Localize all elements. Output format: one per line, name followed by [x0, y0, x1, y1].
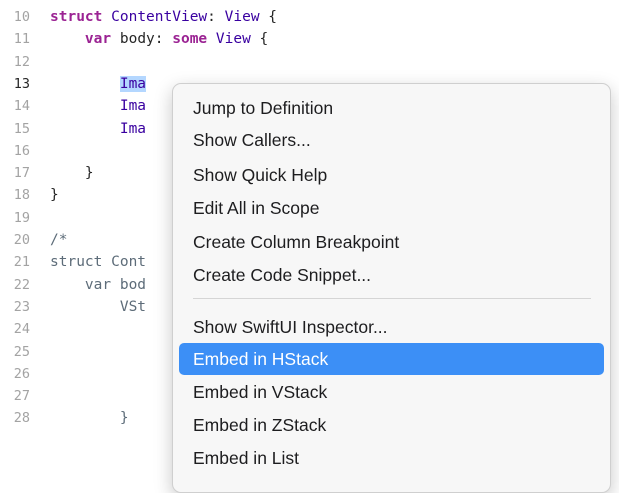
menu-item-create-column-breakpoint[interactable]: Create Column Breakpoint [179, 226, 604, 258]
line-number: 18 [13, 187, 30, 204]
code-token: : [207, 9, 225, 25]
code-text: var body: some View { [50, 28, 268, 50]
code-text: } [50, 407, 129, 429]
code-text: var bod [50, 274, 146, 296]
code-line[interactable]: 11 var body: some View { [0, 28, 619, 50]
line-number: 22 [13, 276, 30, 293]
code-token: struct [50, 9, 103, 25]
code-token: View [215, 31, 251, 48]
line-number: 26 [13, 365, 30, 382]
code-text: } [50, 184, 59, 206]
code-text: struct Cont [50, 251, 146, 273]
code-token: some [172, 31, 208, 48]
code-token: { [259, 9, 278, 25]
code-token: } [50, 410, 129, 427]
code-line[interactable]: 12 [0, 51, 619, 73]
code-text: /* [50, 229, 67, 251]
line-number: 25 [13, 343, 30, 360]
code-text: struct ContentView: View { [50, 6, 277, 28]
code-token: var bod [50, 276, 147, 293]
menu-item-embed-in-vstack[interactable]: Embed in VStack [179, 376, 604, 408]
code-token: VSt [50, 298, 147, 315]
code-token: ContentView [111, 9, 208, 25]
line-number: 12 [13, 53, 30, 70]
line-number: 28 [13, 410, 30, 427]
context-menu: Jump to Definition Show Callers... Show Qu… [172, 83, 611, 493]
menu-item-create-code-snippet[interactable]: Create Code Snippet... [179, 259, 604, 291]
line-number: 16 [13, 142, 30, 159]
code-text: Ima [50, 73, 147, 95]
menu-item-show-swiftui-inspector[interactable]: Show SwiftUI Inspector... [179, 311, 604, 343]
line-number: 11 [13, 31, 30, 48]
line-number: 17 [13, 165, 30, 182]
code-token: } [50, 187, 59, 204]
code-token: } [50, 165, 94, 182]
menu-item-jump-to-definition[interactable]: Jump to Definition [179, 92, 604, 124]
code-token: Ima [119, 98, 147, 115]
line-number: 27 [13, 388, 30, 405]
code-token: { [250, 31, 269, 48]
menu-item-embed-in-list[interactable]: Embed in List [179, 442, 604, 474]
menu-item-edit-all-in-scope[interactable]: Edit All in Scope [179, 192, 604, 224]
code-text: Ima [50, 95, 146, 117]
line-number: 10 [13, 9, 30, 25]
menu-item-embed-in-zstack[interactable]: Embed in ZStack [179, 409, 604, 441]
line-number: 24 [13, 321, 30, 338]
menu-item-show-callers[interactable]: Show Callers... [179, 124, 604, 156]
code-token: body: [111, 31, 173, 48]
line-number: 13 [13, 75, 30, 92]
code-token: struct Cont [50, 254, 147, 271]
menu-separator [193, 298, 591, 299]
line-number: 21 [13, 254, 30, 271]
line-number: 23 [13, 298, 30, 315]
menu-item-show-quick-help[interactable]: Show Quick Help [179, 159, 604, 191]
code-token: var [84, 31, 112, 48]
code-line[interactable]: 10 struct ContentView: View { [0, 6, 619, 28]
code-text: VSt [50, 296, 146, 318]
line-number: 15 [13, 120, 30, 137]
code-token: View [224, 9, 260, 25]
line-number: 14 [13, 98, 30, 115]
code-text: Ima [50, 118, 146, 140]
line-number: 20 [13, 232, 30, 248]
code-text: } [50, 162, 94, 184]
code-token: /* [50, 232, 68, 248]
selected-token: Ima [119, 75, 147, 92]
menu-item-embed-in-hstack[interactable]: Embed in HStack [179, 343, 604, 375]
code-token: Ima [119, 120, 147, 137]
line-number: 19 [13, 209, 30, 226]
